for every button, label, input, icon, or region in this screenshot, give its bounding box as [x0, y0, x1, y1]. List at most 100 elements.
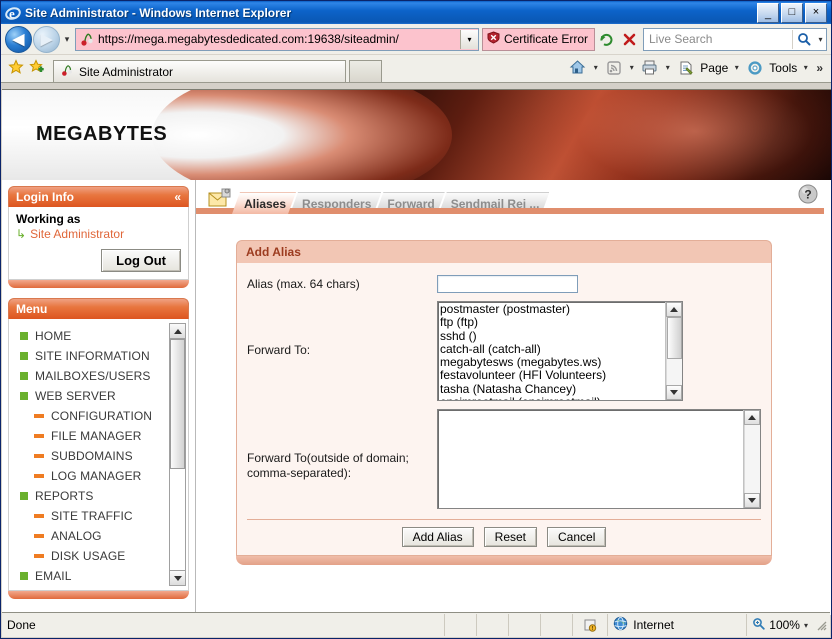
- sidebar-item-label: FILE MANAGER: [51, 429, 142, 443]
- gear-icon[interactable]: [743, 56, 766, 79]
- feeds-icon[interactable]: [602, 56, 625, 79]
- favorites-center-icon[interactable]: [8, 59, 24, 78]
- triangle-down-icon: [670, 390, 678, 395]
- page-dropdown-caret[interactable]: ▾: [731, 63, 742, 72]
- security-zone[interactable]: Internet: [608, 614, 747, 636]
- sidebar-item-configuration[interactable]: CONFIGURATION: [20, 406, 181, 426]
- certificate-error-button[interactable]: Certificate Error: [482, 28, 595, 51]
- login-info-panel: Login Info « Working as ↳ Site Administr…: [8, 186, 189, 288]
- tab-aliases[interactable]: Aliases: [232, 192, 296, 214]
- sidebar-item-site-information[interactable]: SITE INFORMATION: [20, 346, 181, 366]
- textarea-scroll-up-button[interactable]: [744, 410, 760, 425]
- list-item[interactable]: megabytesws (megabytes.ws): [440, 356, 665, 369]
- minimize-button[interactable]: _: [757, 3, 779, 23]
- stop-button[interactable]: [618, 28, 641, 51]
- forward-to-scrollbar[interactable]: [665, 302, 682, 400]
- tools-menu-label[interactable]: Tools: [767, 61, 799, 75]
- history-dropdown-button[interactable]: ▾: [60, 34, 74, 45]
- search-box[interactable]: Live Search ▾: [643, 28, 827, 51]
- current-user-link[interactable]: Site Administrator: [30, 227, 124, 241]
- form-body: Alias (max. 64 chars) Forward To: postma…: [236, 263, 772, 556]
- tab-bar: Site Administrator ▾ ▾: [1, 55, 831, 83]
- add-to-favorites-icon[interactable]: [29, 59, 45, 78]
- close-icon: ×: [806, 4, 826, 22]
- tools-dropdown-caret[interactable]: ▾: [800, 63, 811, 72]
- textarea-scrollbar[interactable]: [743, 410, 760, 508]
- sidebar-item-analog[interactable]: ANALOG: [20, 526, 181, 546]
- list-item[interactable]: ensimrootmail (ensimrootmail): [440, 396, 665, 400]
- search-provider-dropdown[interactable]: ▾: [815, 35, 826, 44]
- sidebar-item-log-manager[interactable]: LOG MANAGER: [20, 466, 181, 486]
- forward-to-options: postmaster (postmaster) ftp (ftp) sshd (…: [438, 302, 665, 400]
- new-tab-button[interactable]: [349, 60, 382, 82]
- logout-button[interactable]: Log Out: [101, 249, 181, 272]
- listbox-scroll-thumb[interactable]: [667, 317, 682, 359]
- page-icon[interactable]: [674, 56, 697, 79]
- page-menu-label[interactable]: Page: [698, 61, 730, 75]
- list-item[interactable]: catch-all (catch-all): [440, 343, 665, 356]
- alias-input[interactable]: [437, 275, 578, 293]
- arrow-right-icon: ↳: [16, 227, 26, 241]
- sidebar-item-aliases[interactable]: ALIASES: [20, 586, 181, 591]
- sidebar-item-web-server[interactable]: WEB SERVER: [20, 386, 181, 406]
- forward-outside-text[interactable]: [438, 410, 743, 508]
- search-icon[interactable]: [792, 30, 815, 49]
- zoom-control[interactable]: 100% ▾: [747, 614, 830, 636]
- list-item[interactable]: sshd (): [440, 330, 665, 343]
- menu-scroll-down-button[interactable]: [170, 570, 185, 585]
- add-alias-form: Add Alias Alias (max. 64 chars) Forward …: [236, 240, 772, 565]
- print-dropdown-caret[interactable]: ▾: [662, 63, 673, 72]
- back-arrow-icon: ◀: [13, 32, 25, 47]
- cancel-button[interactable]: Cancel: [547, 527, 606, 547]
- list-item[interactable]: tasha (Natasha Chancey): [440, 383, 665, 396]
- protected-mode-icon[interactable]: !: [573, 614, 608, 636]
- url-dropdown-button[interactable]: ▾: [460, 30, 478, 49]
- sidebar-item-home[interactable]: HOME: [20, 326, 181, 346]
- textarea-scroll-down-button[interactable]: [744, 493, 760, 508]
- textarea-scroll-track[interactable]: [744, 425, 760, 493]
- page-tab-site-administrator[interactable]: Site Administrator: [53, 60, 346, 82]
- feeds-dropdown-caret[interactable]: ▾: [626, 63, 637, 72]
- forward-to-listbox[interactable]: postmaster (postmaster) ftp (ftp) sshd (…: [437, 301, 683, 401]
- back-button[interactable]: ◀: [5, 26, 32, 53]
- reset-button[interactable]: Reset: [484, 527, 537, 547]
- help-icon[interactable]: ?: [798, 184, 818, 204]
- bullet-dash-icon: [34, 434, 44, 438]
- add-alias-button[interactable]: Add Alias: [402, 527, 474, 547]
- search-input[interactable]: Live Search: [644, 32, 792, 46]
- listbox-scroll-track[interactable]: [666, 317, 682, 385]
- menu-scroll-thumb[interactable]: [170, 339, 185, 469]
- sidebar-item-file-manager[interactable]: FILE MANAGER: [20, 426, 181, 446]
- home-icon[interactable]: [566, 56, 589, 79]
- home-dropdown-caret[interactable]: ▾: [590, 63, 601, 72]
- menu-scroll-track[interactable]: [170, 339, 185, 570]
- sidebar-item-email[interactable]: EMAIL: [20, 566, 181, 586]
- sidebar-item-disk-usage[interactable]: DISK USAGE: [20, 546, 181, 566]
- chevron-up-icon[interactable]: «: [174, 190, 181, 204]
- list-item[interactable]: ftp (ftp): [440, 316, 665, 329]
- print-icon[interactable]: [638, 56, 661, 79]
- menu-scrollbar[interactable]: [169, 323, 186, 586]
- alias-control: [437, 275, 761, 293]
- bullet-dash-icon: [34, 454, 44, 458]
- overflow-chevron-icon[interactable]: »: [812, 61, 827, 75]
- sidebar-item-reports[interactable]: REPORTS: [20, 486, 181, 506]
- forward-outside-textarea[interactable]: [437, 409, 761, 509]
- list-item[interactable]: postmaster (postmaster): [440, 303, 665, 316]
- maximize-button[interactable]: □: [781, 3, 803, 23]
- listbox-scroll-down-button[interactable]: [666, 385, 682, 400]
- refresh-button[interactable]: [595, 28, 618, 51]
- sidebar-item-subdomains[interactable]: SUBDOMAINS: [20, 446, 181, 466]
- sidebar-item-mailboxes-users[interactable]: MAILBOXES/USERS: [20, 366, 181, 386]
- bullet-dash-icon: [34, 554, 44, 558]
- bullet-square-icon: [20, 332, 28, 340]
- zoom-dropdown-caret[interactable]: ▾: [804, 621, 808, 630]
- listbox-scroll-up-button[interactable]: [666, 302, 682, 317]
- list-item[interactable]: festavolunteer (HFI Volunteers): [440, 369, 665, 382]
- resize-grip-icon[interactable]: [814, 618, 828, 632]
- menu-scroll-up-button[interactable]: [170, 324, 185, 339]
- url-bar[interactable]: https://mega.megabytesdedicated.com:1963…: [75, 28, 479, 51]
- sidebar-item-site-traffic[interactable]: SITE TRAFFIC: [20, 506, 181, 526]
- forward-button[interactable]: ▶: [33, 26, 60, 53]
- close-button[interactable]: ×: [805, 3, 827, 23]
